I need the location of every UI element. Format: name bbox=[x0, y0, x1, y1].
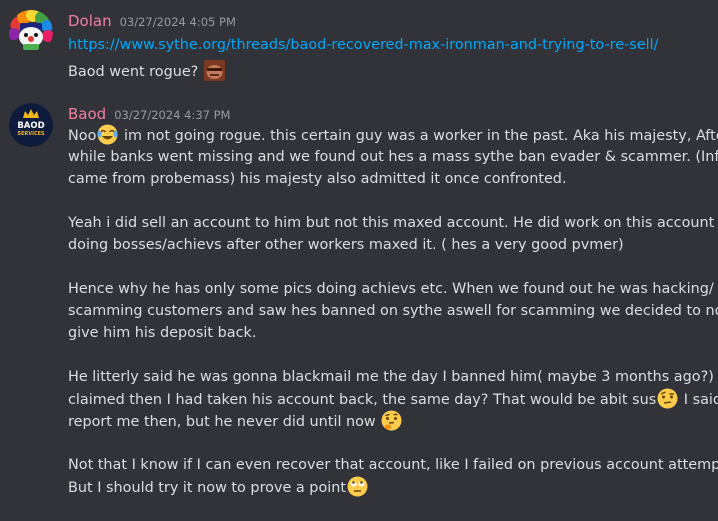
message-text-line: Baod went rogue? bbox=[68, 60, 226, 83]
author-name[interactable]: Baod bbox=[68, 105, 106, 123]
line-text: He litterly said he was gonna blackmail … bbox=[68, 369, 718, 385]
svg-text:BAOD: BAOD bbox=[17, 121, 44, 131]
message-line: Hence why he has only some pics doing ac… bbox=[68, 278, 714, 300]
thinking-emoji[interactable] bbox=[381, 410, 402, 431]
message-line: came from probemass) his majesty also ad… bbox=[68, 168, 567, 190]
message-line: while banks went missing and we found ou… bbox=[68, 146, 718, 168]
line-text: But I should try it now to prove a point bbox=[68, 480, 347, 496]
eye-roll-emoji[interactable] bbox=[347, 476, 368, 497]
line-text: Hence why he has only some pics doing ac… bbox=[68, 281, 714, 297]
chat-log: Dolan 03/27/2024 4:05 PM https://www.syt… bbox=[0, 0, 718, 521]
line-text: doing bosses/achievs after other workers… bbox=[68, 237, 624, 253]
message-line: Not that I know if I can even recover th… bbox=[68, 454, 718, 476]
message-line: report me then, but he never did until n… bbox=[68, 410, 403, 433]
line-text: came from probemass) his majesty also ad… bbox=[68, 171, 567, 187]
message-line: Yeah i did sell an account to him but no… bbox=[68, 212, 714, 234]
line-text: Yeah i did sell an account to him but no… bbox=[68, 215, 715, 231]
line-text: claimed then I had taken his account bac… bbox=[68, 392, 657, 408]
message-line: But I should try it now to prove a point bbox=[68, 476, 369, 499]
line-text: im not going rogue. this certain guy was… bbox=[119, 128, 718, 144]
message-line: He litterly said he was gonna blackmail … bbox=[68, 366, 718, 388]
line-text: scamming customers and saw hes banned on… bbox=[68, 303, 718, 319]
line-text: give him his deposit back. bbox=[68, 325, 257, 341]
message-line: claimed then I had taken his account bac… bbox=[68, 388, 718, 411]
raised-eyebrow-emoji[interactable] bbox=[657, 388, 678, 409]
message-line: give him his deposit back. bbox=[68, 322, 256, 344]
message-timestamp: 03/27/2024 4:37 PM bbox=[114, 108, 231, 122]
message-text: Baod went rogue? bbox=[68, 64, 199, 80]
message-line: doing bosses/achievs after other workers… bbox=[68, 234, 624, 256]
face-image-emoji[interactable] bbox=[203, 60, 225, 81]
message-line: Noo im not going rogue. this certain guy… bbox=[68, 124, 718, 147]
message-timestamp: 03/27/2024 4:05 PM bbox=[119, 15, 236, 29]
line-text: while banks went missing and we found ou… bbox=[68, 149, 718, 165]
message-baod: BAOD SERVICES Baod 03/27/2024 4:37 PM No… bbox=[0, 95, 718, 521]
clown-rainbow-wig-icon bbox=[9, 10, 53, 54]
message-dolan: Dolan 03/27/2024 4:05 PM https://www.syt… bbox=[0, 0, 718, 95]
thread-link[interactable]: https://www.sythe.org/threads/baod-recov… bbox=[68, 37, 658, 53]
avatar-baod[interactable]: BAOD SERVICES bbox=[9, 103, 53, 147]
baod-services-crown-logo: BAOD SERVICES bbox=[9, 103, 53, 147]
author-name[interactable]: Dolan bbox=[68, 12, 112, 30]
line-text: Noo bbox=[68, 128, 97, 144]
avatar-dolan[interactable] bbox=[9, 10, 53, 54]
joy-emoji[interactable] bbox=[97, 124, 118, 145]
line-text: I said bbox=[679, 392, 718, 408]
svg-text:SERVICES: SERVICES bbox=[17, 131, 45, 137]
message-link-line: https://www.sythe.org/threads/baod-recov… bbox=[68, 34, 658, 56]
message-line: scamming customers and saw hes banned on… bbox=[68, 300, 718, 322]
line-text: report me then, but he never did until n… bbox=[68, 414, 381, 430]
line-text: Not that I know if I can even recover th… bbox=[68, 457, 718, 473]
